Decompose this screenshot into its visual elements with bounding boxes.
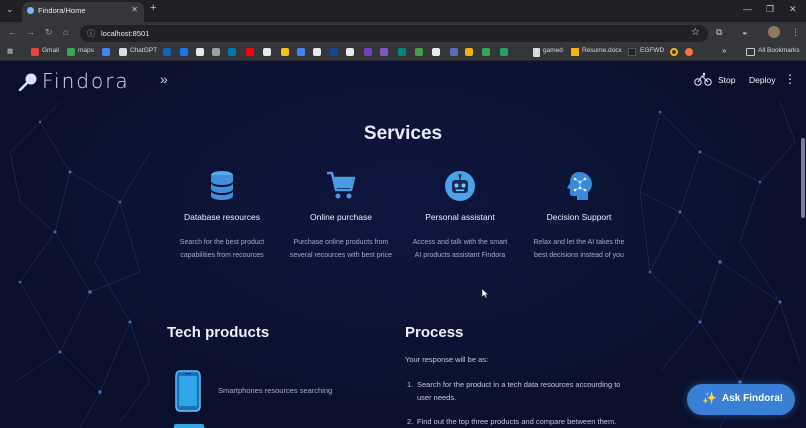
bookmark-icon[interactable] [465, 48, 473, 56]
bookmark-icon[interactable] [313, 48, 321, 56]
minimize-icon[interactable]: — [743, 4, 752, 14]
folder-icon [746, 48, 755, 56]
main-menu-button[interactable]: ⋮ [784, 72, 796, 86]
bookmark-icon[interactable] [432, 48, 440, 56]
new-tab-button[interactable]: + [150, 2, 156, 14]
stop-button[interactable]: Stop [718, 75, 736, 85]
service-title: Database resources [183, 212, 261, 222]
extensions-icon[interactable]: ⧉ [716, 27, 722, 38]
bookmark-label[interactable]: Gmail [42, 47, 59, 54]
page-scrollbar[interactable] [801, 138, 805, 218]
bookmark-icon[interactable] [212, 48, 220, 56]
browser-menu-icon[interactable]: ⋮ [791, 27, 800, 38]
findora-logo-icon [18, 73, 37, 91]
services-heading: Services [363, 123, 443, 144]
tab-title: Findora/Home [38, 6, 86, 15]
bookmark-icon[interactable] [119, 48, 127, 56]
ai-brain-icon [567, 172, 592, 200]
bookmark-icon[interactable] [346, 48, 354, 56]
bookmark-egfwd[interactable]: EGFWD [640, 47, 664, 54]
bookmarks-bar: ▦ Gmail maps ChatGPT gamed Resume.docx EGF… [0, 44, 806, 61]
browser-tab-bar: ⌄ Findora/Home ✕ + — ❐ ✕ [0, 0, 806, 22]
bookmark-icon[interactable] [364, 48, 372, 56]
smartphone-icon [175, 370, 201, 412]
bookmark-icon[interactable] [163, 48, 171, 56]
restore-icon[interactable]: ❐ [766, 4, 774, 15]
favicon-icon [27, 7, 34, 14]
bookmark-icon[interactable] [246, 48, 254, 56]
egfwd-icon [628, 48, 636, 56]
bookmark-icon[interactable] [180, 48, 188, 56]
ask-findora-button[interactable]: ✨ Ask Findora! [687, 384, 795, 415]
bookmark-label[interactable]: ChatGPT [130, 47, 157, 54]
bookmark-icon[interactable] [196, 48, 204, 56]
bookmark-icon[interactable] [482, 48, 490, 56]
home-icon[interactable]: ⌂ [63, 27, 68, 37]
robot-icon [445, 171, 475, 201]
process-step: 1. Search for the product in a tech data… [407, 380, 621, 402]
bookmark-icon[interactable] [450, 48, 458, 56]
app-canvas: Findora » Stop Deploy ⋮ Services Databas… [0, 62, 806, 428]
word-doc-icon [571, 48, 579, 56]
sparkles-icon: ✨ [702, 391, 717, 405]
service-description: Search for the best product capabilities… [179, 239, 265, 259]
incognito-icon[interactable]: ◒ [742, 27, 747, 37]
bookmark-icon[interactable] [67, 48, 75, 56]
service-title: Personal assistant [425, 212, 495, 222]
shopping-cart-icon [327, 171, 356, 199]
doc-icon [533, 48, 540, 57]
deploy-button[interactable]: Deploy [749, 75, 775, 85]
tech-item-label: Smartphones resources searching [218, 386, 333, 395]
bookmark-icon[interactable] [263, 48, 271, 56]
bookmark-icon[interactable] [500, 48, 508, 56]
bookmark-gamed[interactable]: gamed [543, 47, 563, 54]
bookmark-resume[interactable]: Resume.docx [582, 47, 622, 54]
bookmark-label[interactable]: maps [78, 47, 94, 54]
close-tab-icon[interactable]: ✕ [131, 5, 138, 14]
process-intro: Your response will be as: [405, 355, 489, 364]
tech-products-heading: Tech products [167, 324, 270, 341]
process-heading: Process [405, 324, 464, 341]
process-step: 2. Find out the top three products and c… [407, 417, 617, 426]
all-bookmarks[interactable]: All Bookmarks [758, 47, 800, 54]
fire-icon[interactable] [685, 48, 693, 56]
bookmark-icon[interactable] [228, 48, 236, 56]
tab-search-chevron-icon[interactable]: ⌄ [6, 4, 14, 15]
service-title: Online purchase [310, 212, 372, 222]
address-toolbar: ← → ↻ ⌂ ⓘ localhost:8501 ☆ ⧉ ◒ ⋮ [0, 22, 806, 44]
site-info-icon[interactable]: ⓘ [87, 28, 95, 39]
service-description: Relax and let the AI takes the best deci… [533, 239, 625, 259]
bookmark-icon[interactable] [297, 48, 305, 56]
brand-logo-text: Findora [42, 69, 130, 93]
mouse-cursor-icon [482, 289, 488, 298]
bookmark-icon[interactable] [380, 48, 388, 56]
running-cyclist-icon [694, 72, 712, 86]
bookmark-icon[interactable] [398, 48, 406, 56]
database-icon [211, 171, 233, 200]
address-bar[interactable]: ⓘ localhost:8501 ☆ [80, 25, 708, 42]
next-product-icon [174, 424, 204, 428]
service-description: Access and talk with the smart AI produc… [412, 239, 508, 259]
bookmark-icon[interactable] [102, 48, 110, 56]
bookmark-icon[interactable] [415, 48, 423, 56]
reload-icon[interactable]: ↻ [45, 27, 53, 38]
service-title: Decision Support [546, 212, 612, 222]
sidebar-expand-button[interactable]: » [160, 71, 168, 87]
bookmark-star-icon[interactable]: ☆ [691, 27, 700, 38]
url-text: localhost:8501 [101, 29, 150, 38]
back-icon[interactable]: ← [8, 27, 17, 37]
bookmark-icon[interactable] [281, 48, 289, 56]
forward-icon[interactable]: → [26, 27, 35, 37]
service-description: Purchase online products from several re… [290, 239, 392, 259]
apps-grid-icon[interactable]: ▦ [7, 47, 13, 55]
bookmarks-overflow[interactable]: » [722, 46, 726, 55]
profile-avatar[interactable] [768, 26, 780, 38]
close-window-icon[interactable]: ✕ [789, 4, 797, 15]
loader-icon[interactable] [670, 48, 678, 56]
browser-tab[interactable]: Findora/Home ✕ [22, 2, 144, 22]
bookmark-icon[interactable] [31, 48, 39, 56]
bookmark-icon[interactable] [330, 48, 338, 56]
ask-findora-label: Ask Findora! [722, 393, 784, 404]
